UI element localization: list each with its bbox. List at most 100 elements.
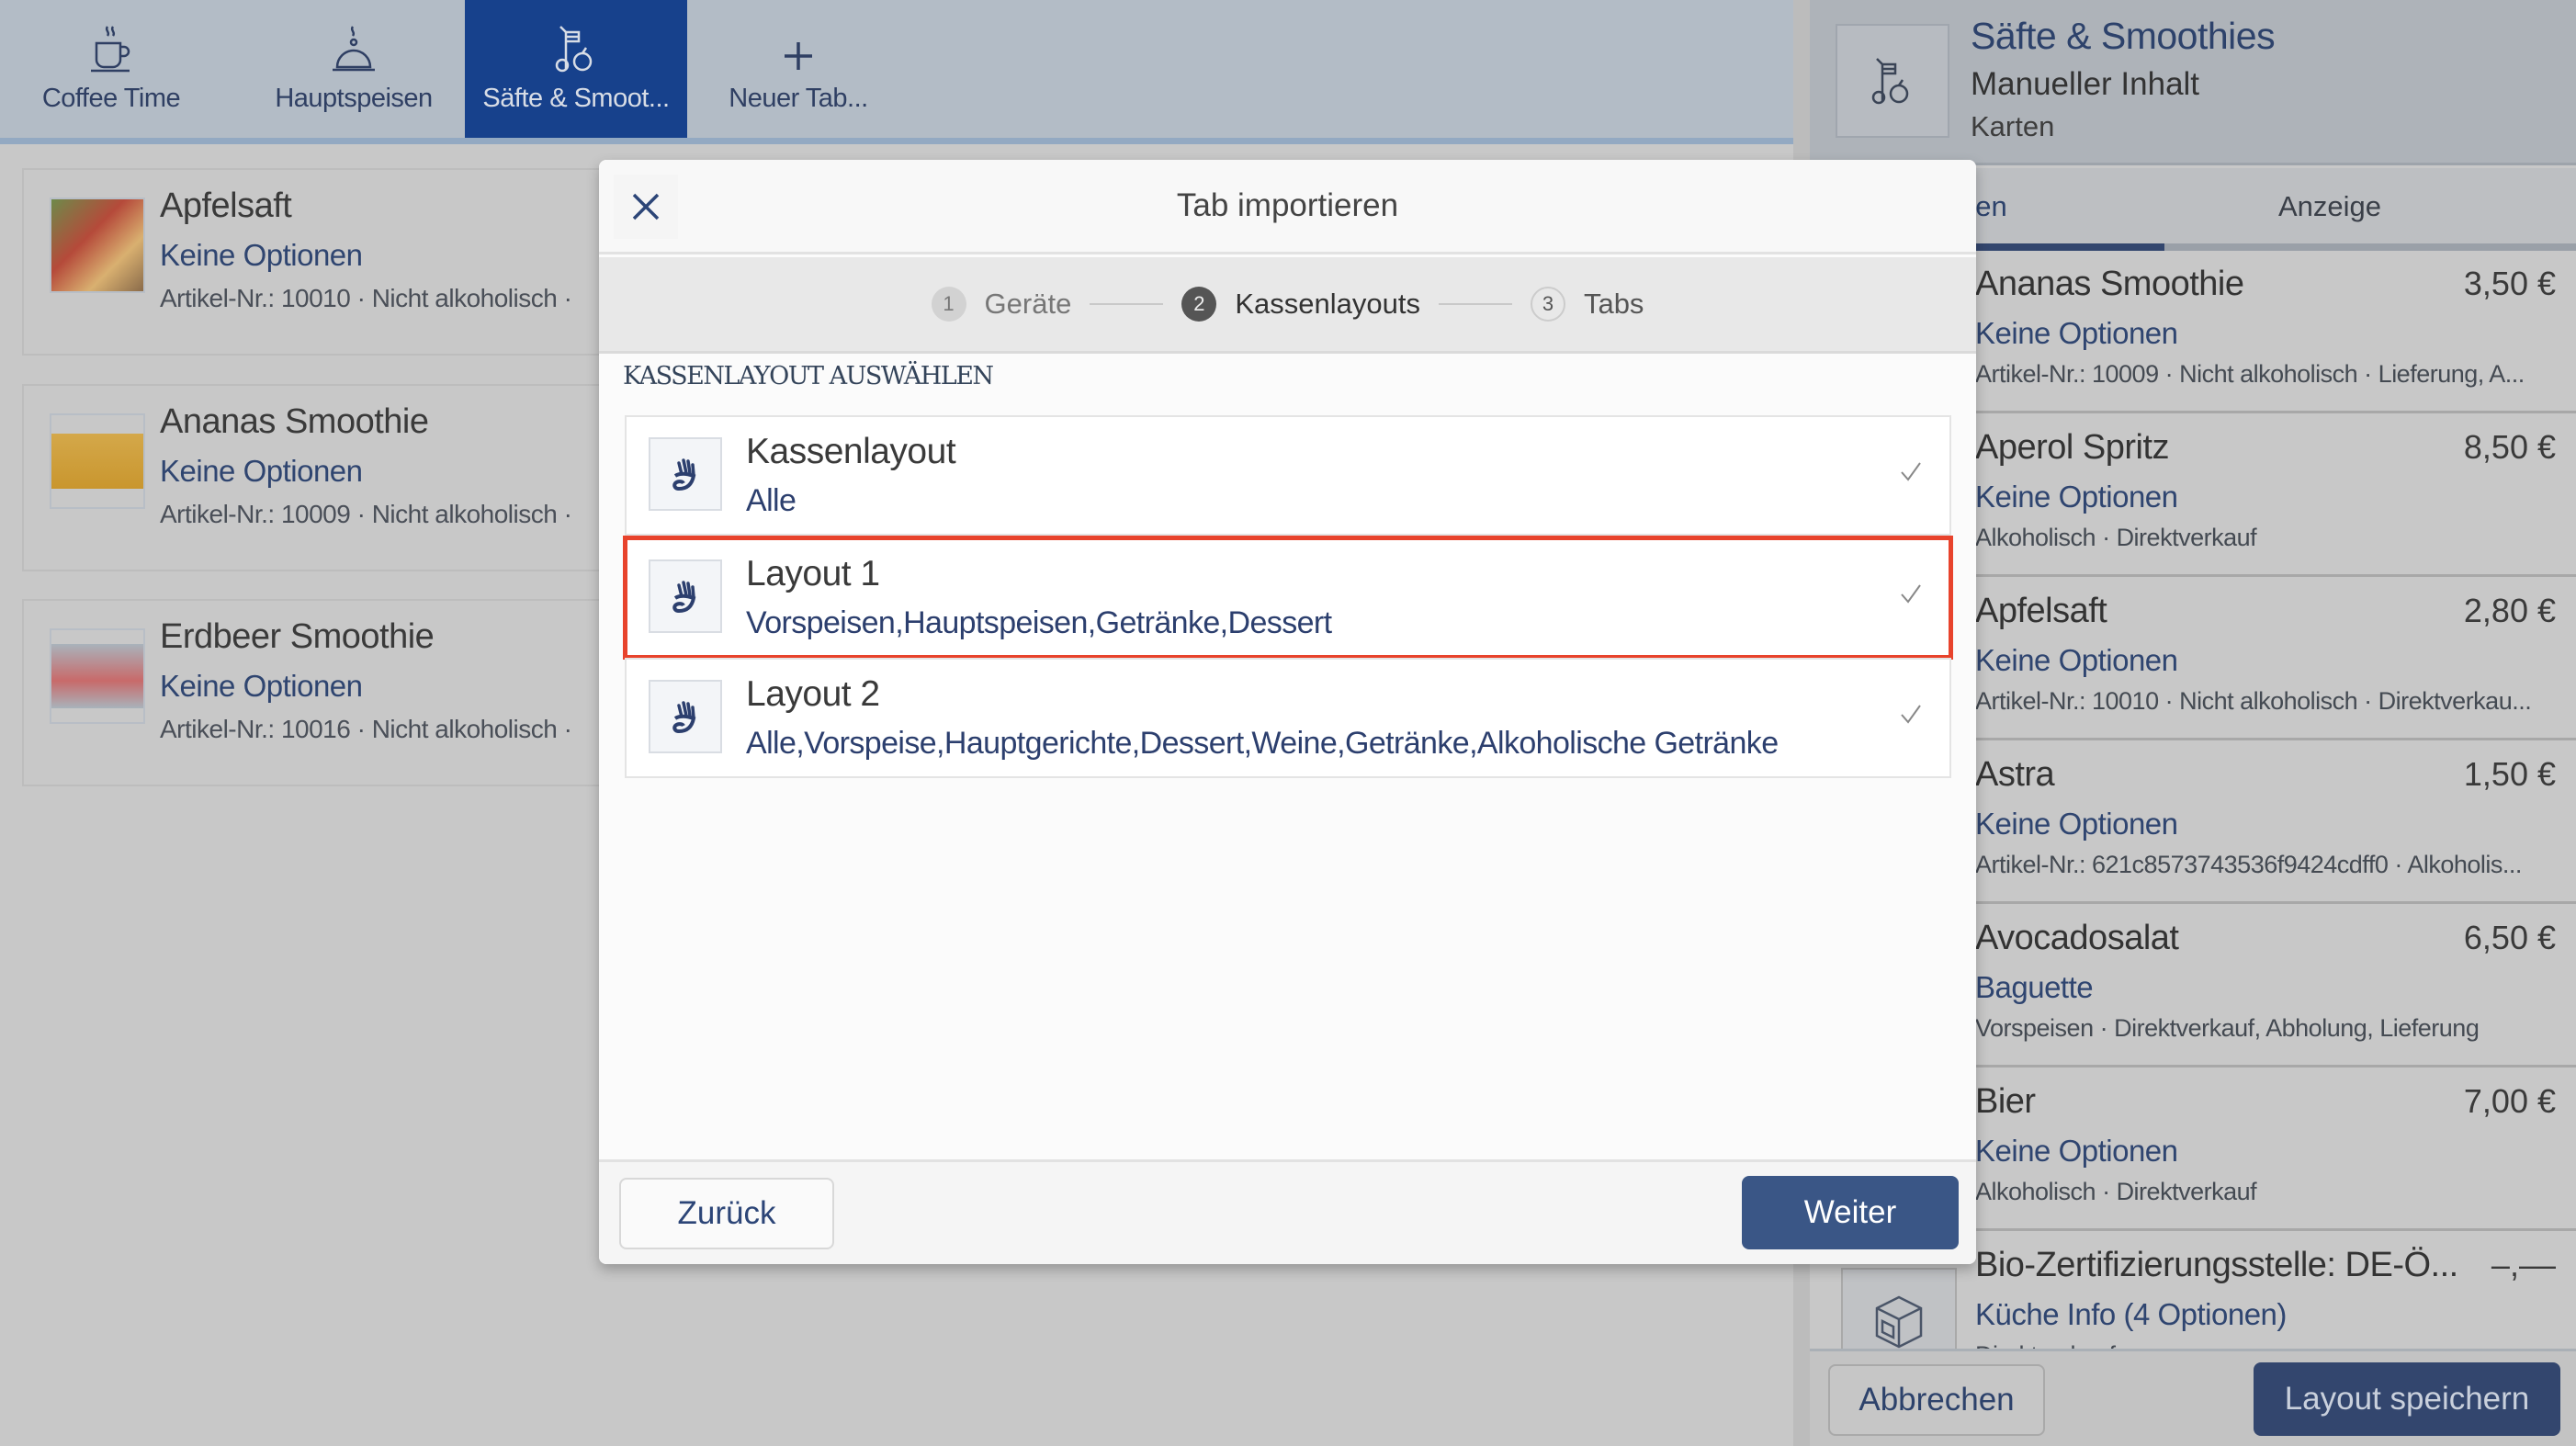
item-title: Bier (1975, 1082, 2036, 1121)
product-title: Ananas Smoothie (160, 402, 429, 441)
panel-type: Karten (1971, 110, 2055, 142)
item-options: Keine Optionen (1975, 807, 2178, 841)
layout-categories: Vorspeisen,Hauptspeisen,Getränke,Dessert (746, 605, 1332, 640)
product-card[interactable]: Erdbeer Smoothie Keine Optionen Artikel-… (22, 599, 628, 786)
layout-categories: Alle,Vorspeise,Hauptgerichte,Dessert,Wei… (746, 726, 1779, 761)
layout-icon-box (649, 437, 722, 511)
layout-icon-box (649, 680, 722, 753)
item-price: –,–– (2491, 1246, 2556, 1283)
step-geraete: Geräte (984, 288, 1072, 320)
dialog-footer: Zurück Weiter (599, 1159, 1976, 1264)
check-icon (1901, 705, 1921, 724)
plus-icon (785, 42, 812, 70)
tab-label: Säfte & Smoot... (482, 84, 670, 113)
close-icon (632, 193, 660, 220)
product-options: Keine Optionen (160, 238, 363, 272)
item-price: 1,50 € (2463, 755, 2556, 793)
section-title: KASSENLAYOUT AUSWÄHLEN (623, 362, 994, 390)
import-tab-dialog: Tab importieren 1 Geräte 2 Kassenlayouts… (599, 160, 1976, 1264)
layout-option[interactable]: Layout 2 Alle,Vorspeise,Hauptgerichte,Des… (625, 658, 1951, 778)
item-options: Keine Optionen (1975, 643, 2178, 677)
layout-option[interactable]: Kassenlayout Alle (625, 415, 1951, 536)
product-options: Keine Optionen (160, 669, 363, 703)
item-meta: Vorspeisen · Direktverkauf, Abholung, Li… (1975, 1014, 2480, 1042)
step-separator (1438, 303, 1512, 305)
cancel-button[interactable]: Abbrechen (1828, 1364, 2045, 1436)
item-title: Avocadosalat (1975, 919, 2179, 957)
dialog-title: Tab importieren (1176, 187, 1399, 223)
layout-categories: Alle (746, 483, 797, 518)
item-price: 2,80 € (2463, 592, 2556, 629)
juice-icon (555, 26, 593, 73)
item-meta: Artikel-Nr.: 621c8573743536f9424cdff0 · … (1975, 851, 2522, 878)
item-meta: Alkoholisch · Direktverkauf (1975, 524, 2257, 551)
product-image (50, 413, 145, 509)
item-title: Aperol Spritz (1975, 428, 2170, 467)
product-meta: Artikel-Nr.: 10009 · Nicht alkoholisch · (160, 500, 572, 528)
tab-bar-stripe (0, 138, 1793, 144)
tab-icon-button[interactable] (1836, 24, 1949, 138)
tab-label: Coffee Time (41, 84, 181, 113)
item-options: Keine Optionen (1975, 316, 2178, 350)
hand-icon (672, 701, 696, 733)
product-options: Keine Optionen (160, 454, 363, 488)
juice-icon (1871, 58, 1909, 105)
layout-icon-box (649, 559, 722, 633)
item-price: 6,50 € (2463, 919, 2556, 956)
product-title: Erdbeer Smoothie (160, 617, 435, 656)
hand-icon (672, 458, 696, 491)
next-button[interactable]: Weiter (1742, 1176, 1959, 1249)
tab-coffee-time[interactable]: Coffee Time (0, 0, 222, 138)
product-meta: Artikel-Nr.: 10016 · Nicht alkoholisch · (160, 715, 572, 743)
box-icon (1875, 1295, 1923, 1349)
hand-icon (672, 581, 696, 613)
product-meta: Artikel-Nr.: 10010 · Nicht alkoholisch · (160, 284, 572, 312)
item-meta: Artikel-Nr.: 10009 · Nicht alkoholisch ·… (1975, 360, 2525, 388)
product-card[interactable]: Ananas Smoothie Keine Optionen Artikel-N… (22, 384, 628, 571)
product-image (50, 628, 145, 724)
item-title: Apfelsaft (1975, 592, 2107, 630)
layout-title: Kassenlayout (746, 432, 956, 471)
step-number: 3 (1530, 287, 1565, 322)
item-options: Baguette (1975, 970, 2094, 1004)
product-title: Apfelsaft (160, 186, 292, 225)
step-kassenlayouts: Kassenlayouts (1235, 288, 1420, 320)
item-title: Bio-Zertifizierungsstelle: DE-Ö... (1975, 1246, 2458, 1284)
layout-title: Layout 2 (746, 674, 880, 714)
item-meta: Artikel-Nr.: 10010 · Nicht alkoholisch ·… (1975, 687, 2532, 715)
save-layout-button[interactable]: Layout speichern (2254, 1362, 2560, 1436)
tab-label: Hauptspeisen (275, 84, 433, 113)
check-icon (1901, 584, 1921, 604)
layout-option[interactable]: Layout 1 Vorspeisen,Hauptspeisen,Getränke… (623, 536, 1953, 660)
tab-anzeige[interactable]: Anzeige (2278, 190, 2381, 223)
back-button[interactable]: Zurück (619, 1178, 834, 1249)
item-options: Keine Optionen (1975, 1134, 2178, 1168)
panel-footer: Abbrechen Layout speichern (1810, 1349, 2576, 1446)
tab-new[interactable]: Neuer Tab... (687, 0, 910, 138)
step-number: 1 (931, 287, 966, 322)
item-price: 7,00 € (2463, 1082, 2556, 1120)
check-icon (1901, 462, 1921, 481)
tab-label: Neuer Tab... (729, 84, 868, 113)
tab-hauptspeisen[interactable]: Hauptspeisen (243, 0, 465, 138)
step-number: 2 (1181, 287, 1217, 322)
step-tabs: Tabs (1583, 288, 1644, 320)
product-image (50, 198, 145, 293)
coffee-cup-icon (91, 26, 130, 73)
item-price: 3,50 € (2463, 265, 2556, 302)
tab-saefte-smoothies[interactable]: Säfte & Smoot... (465, 0, 687, 144)
item-meta: Alkoholisch · Direktverkauf (1975, 1178, 2257, 1205)
item-title: Astra (1975, 755, 2055, 794)
cloche-icon (333, 26, 375, 72)
item-title: Ananas Smoothie (1975, 265, 2244, 303)
item-options: Küche Info (4 Optionen) (1975, 1297, 2287, 1331)
item-options: Keine Optionen (1975, 480, 2178, 514)
dialog-header: Tab importieren (599, 160, 1976, 254)
step-separator (1090, 303, 1164, 305)
product-card[interactable]: Apfelsaft Keine Optionen Artikel-Nr.: 10… (22, 168, 628, 356)
stepper: 1 Geräte 2 Kassenlayouts 3 Tabs (599, 257, 1976, 354)
panel-subtitle: Manueller Inhalt (1971, 66, 2200, 102)
item-price: 8,50 € (2463, 428, 2556, 466)
panel-title: Säfte & Smoothies (1971, 15, 2276, 57)
close-button[interactable] (614, 175, 678, 239)
